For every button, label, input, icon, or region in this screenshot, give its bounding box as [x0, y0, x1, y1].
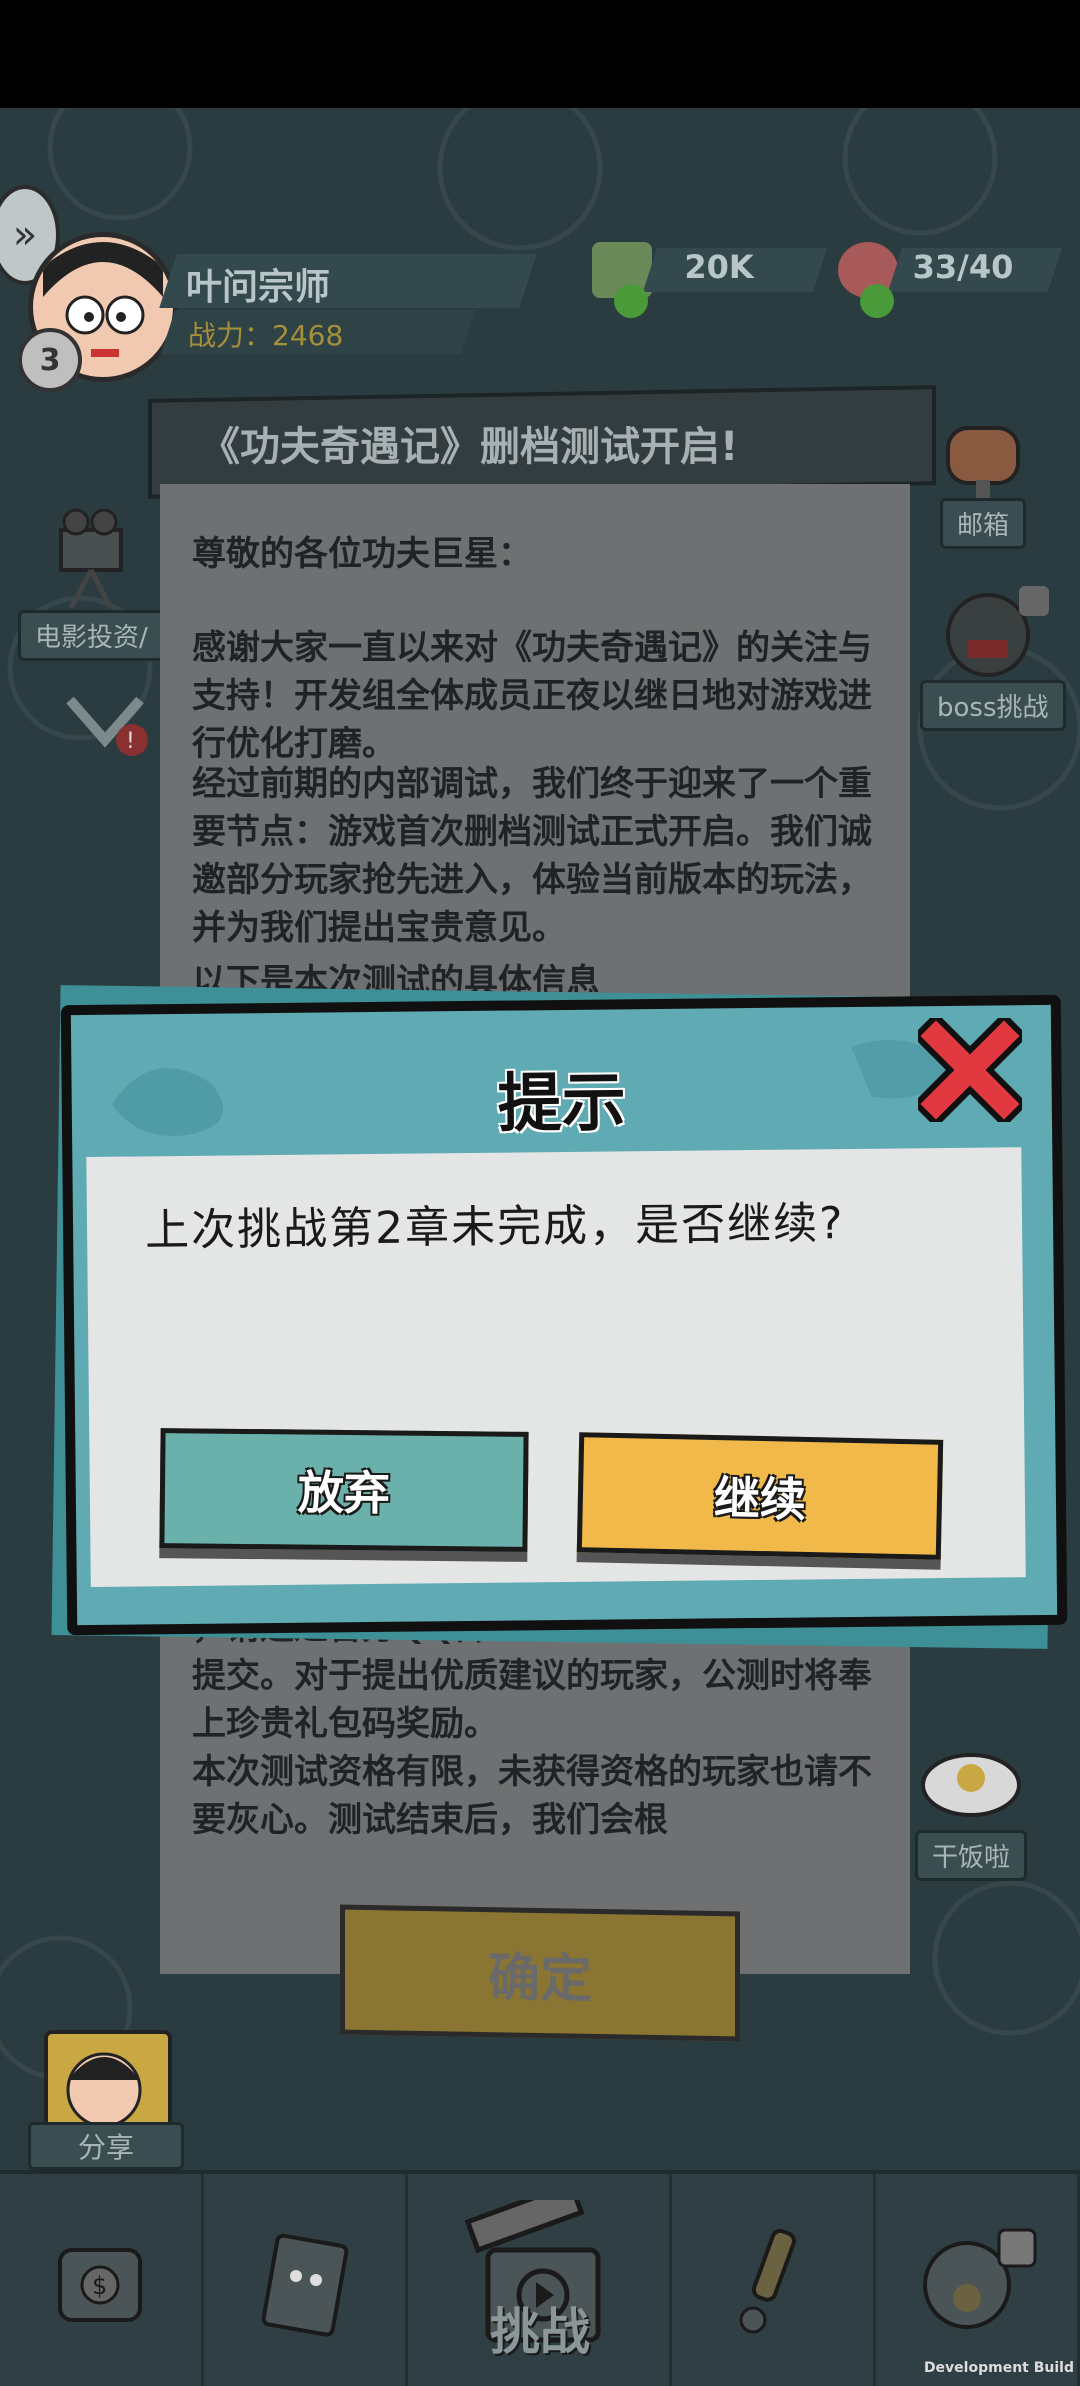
notice-paragraph-3: 提交。对于提出优质建议的玩家，公测时将奉上珍贵礼包码奖励。 [192, 1656, 872, 1744]
dialog-message: 上次挑战第2章未完成，是否继续? [144, 1198, 845, 1257]
money-bag-icon: $ [58, 2248, 143, 2322]
notice-confirm-button[interactable]: 确定 [340, 1904, 740, 2042]
dev-build-watermark: Development Build [923, 2360, 1074, 2376]
level-value: 3 [39, 342, 61, 378]
share-label: 分享 [28, 2122, 184, 2170]
nav-lucky-cat[interactable] [876, 2174, 1080, 2386]
rice-bowl-icon [921, 1753, 1021, 1817]
boss-face-icon [945, 586, 1049, 677]
player-name: 叶问宗师 [186, 267, 331, 308]
boss-challenge-button[interactable]: boss挑战 [920, 580, 1066, 731]
svg-text:$: $ [92, 2272, 107, 2300]
notice-paragraph-1: 感谢大家一直以来对《功夫奇遇记》的关注与支持！开发组全体成员正夜以继日地对游戏进… [192, 628, 872, 764]
rice-label: 干饭啦 [915, 1830, 1028, 1881]
nav-book[interactable] [204, 2174, 408, 2386]
close-icon [918, 1018, 1022, 1122]
rice-button[interactable]: 干饭啦 [915, 1740, 1028, 1881]
double-chevron-icon: » [12, 212, 38, 258]
continue-label: 继续 [713, 1471, 807, 1527]
add-currency-button[interactable] [614, 284, 648, 318]
notice-greeting: 尊敬的各位功夫巨星： [192, 534, 532, 574]
player-level-badge: 3 [18, 328, 82, 392]
notice-partial-line: 以下是本次测试的具体信息 [192, 962, 600, 992]
lucky-cat-icon [922, 2228, 1036, 2329]
currency-amount: 20K [684, 248, 754, 286]
nav-shop[interactable]: $ [0, 2174, 204, 2386]
book-icon [262, 2233, 349, 2337]
mailbox-label: 邮箱 [939, 498, 1026, 549]
notice-paragraph-4: 本次测试资格有限，未获得资格的玩家也请不要灰心。测试结束后，我们会根 [192, 1752, 872, 1840]
nav-weapon[interactable] [672, 2174, 877, 2386]
svg-text:!: ! [126, 729, 135, 754]
abandon-label: 放弃 [297, 1465, 391, 1521]
nunchaku-icon [739, 2228, 796, 2334]
dialog-title: 提示 [497, 1066, 627, 1142]
add-energy-button[interactable] [860, 284, 894, 318]
movie-invest-label: 电影投资/ [18, 610, 165, 661]
status-bar [0, 0, 1080, 108]
movie-camera-icon [59, 508, 124, 610]
notice-title: 《功夫奇遇记》删档测试开启! [200, 424, 739, 470]
boss-challenge-label: boss挑战 [920, 680, 1066, 731]
confirm-label: 确定 [487, 1947, 592, 2010]
mailbox-button[interactable]: 邮箱 [938, 408, 1028, 549]
movie-invest-button[interactable]: 电影投资/ [18, 500, 165, 661]
collapse-side-button[interactable]: ! [60, 690, 150, 760]
notice-paragraph-2: 经过前期的内部调试，我们终于迎来了一个重要节点：游戏首次删档测试正式开启。我们诚… [192, 764, 872, 948]
mailbox-icon [946, 426, 1020, 498]
energy-amount: 33/40 [912, 248, 1014, 286]
nav-challenge-label: 挑战 [490, 2303, 590, 2361]
chevron-down-icon: ! [66, 696, 148, 756]
dialog-close-button[interactable] [918, 1018, 1022, 1122]
abandon-button[interactable]: 放弃 [159, 1428, 529, 1552]
player-power: 战力：2468 [188, 319, 344, 352]
continue-button[interactable]: 继续 [576, 1432, 944, 1560]
